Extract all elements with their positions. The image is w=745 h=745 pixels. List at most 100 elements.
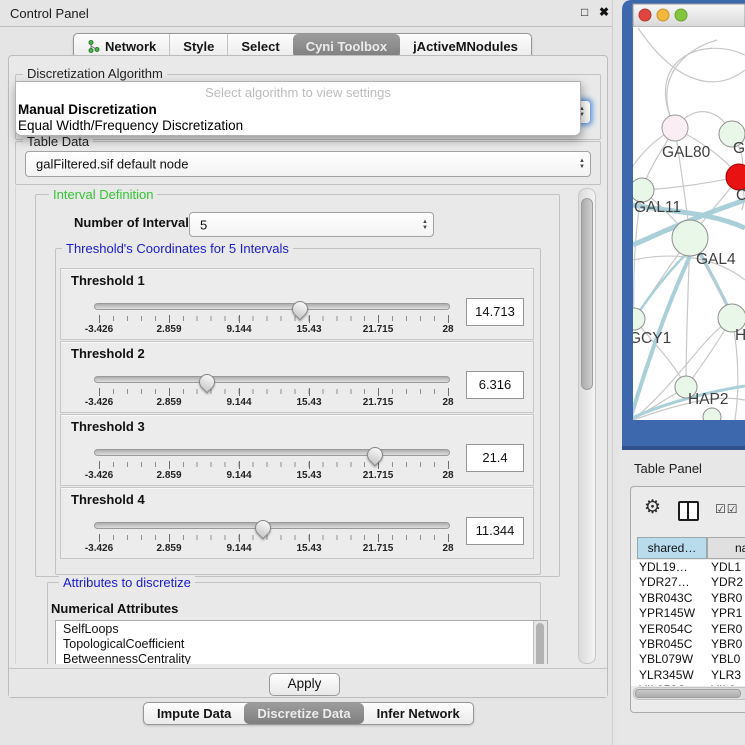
select-all-checkbox-icons[interactable]: ☑☑ xyxy=(715,502,739,516)
node-label-partial-h: H xyxy=(735,327,745,344)
tab-impute-data[interactable]: Impute Data xyxy=(144,703,244,724)
cell-name[interactable]: YPR1 xyxy=(711,606,745,621)
cell-name[interactable]: YBR0 xyxy=(711,591,745,606)
tab-discretize-data[interactable]: Discretize Data xyxy=(244,703,363,724)
slider-minor-ticks xyxy=(99,389,449,394)
threshold-slider-thumb[interactable] xyxy=(364,444,386,466)
table-row[interactable]: YBR043C YBR0 xyxy=(631,591,745,606)
cell-name[interactable]: YDL1 xyxy=(711,560,745,575)
threshold-slider-thumb[interactable] xyxy=(252,517,274,539)
scrollbar-thumb[interactable] xyxy=(536,623,544,664)
table-panel-title: Table Panel xyxy=(634,461,702,476)
table-row[interactable]: YIL052C YIL0 xyxy=(631,683,745,686)
close-icon[interactable]: ✖ xyxy=(599,5,609,19)
gear-icon[interactable]: ⚙ xyxy=(644,496,661,519)
scrollbar-thumb[interactable] xyxy=(581,198,593,390)
table-row[interactable]: YBL079W YBL0 xyxy=(631,652,745,667)
threshold-panel: Threshold 2 -3.426 2.859 9.144 15.4 xyxy=(60,341,534,413)
table-rows: YDL19… YDL1 YDR27… YDR2 YBR043C YBR0 xyxy=(631,560,745,686)
table-row[interactable]: YER054C YER0 xyxy=(631,622,745,637)
float-window-icon[interactable]: □ xyxy=(581,5,588,19)
tick-label: 28 xyxy=(442,397,453,408)
cell-shared-name[interactable]: YLR345W xyxy=(639,668,705,683)
scrollbar-thumb[interactable] xyxy=(635,689,741,698)
tick-label: 21.715 xyxy=(363,543,394,554)
threshold-slider-thumb[interactable] xyxy=(289,298,311,320)
cell-shared-name[interactable]: YBR043C xyxy=(639,591,705,606)
apply-button[interactable]: Apply xyxy=(269,673,340,696)
cell-shared-name[interactable]: YPR145W xyxy=(639,606,705,621)
mac-zoom-icon[interactable] xyxy=(675,9,687,21)
network-canvas[interactable]: GAL80 GA GAL11 C GAL4 GCY1 H HAP2 xyxy=(622,0,745,455)
cell-name[interactable]: YDR2 xyxy=(711,575,745,590)
tick-label: 28 xyxy=(442,470,453,481)
threshold-label: Threshold 4 xyxy=(71,492,145,507)
algorithm-hint: Select algorithm to view settings xyxy=(16,85,580,100)
table-data-group-title: Table Data xyxy=(23,134,93,149)
table-row[interactable]: YDL19… YDL1 xyxy=(631,560,745,575)
column-header-shared-name[interactable]: shared… xyxy=(637,537,707,559)
columns-icon[interactable] xyxy=(678,501,699,521)
threshold-value-field[interactable]: 6.316 xyxy=(466,371,524,399)
threshold-slider-track[interactable] xyxy=(94,449,450,456)
tick-label: 9.144 xyxy=(226,397,251,408)
settings-vertical-scrollbar[interactable] xyxy=(578,188,596,664)
threshold-slider-thumb[interactable] xyxy=(196,371,218,393)
table-row[interactable]: YLR345W YLR3 xyxy=(631,668,745,683)
table-row[interactable]: YDR27… YDR2 xyxy=(631,575,745,590)
cell-name[interactable]: YBR0 xyxy=(711,637,745,652)
cell-name[interactable]: YLR3 xyxy=(711,668,745,683)
node-label-partial-ga: GA xyxy=(733,140,745,157)
attribute-list-item[interactable]: TopologicalCoefficient xyxy=(56,636,547,651)
cell-shared-name[interactable]: YBR045C xyxy=(639,637,705,652)
node-label-partial-c: C xyxy=(736,187,745,204)
slider-minor-ticks xyxy=(99,316,449,321)
threshold-value-field[interactable]: 21.4 xyxy=(466,444,524,472)
mac-minimize-icon[interactable] xyxy=(657,9,669,21)
table-row[interactable]: YPR145W YPR1 xyxy=(631,606,745,621)
threshold-value-field[interactable]: 14.713 xyxy=(466,298,524,326)
cyni-toolbox-panel: Discretization Algorithm ▲▼ Select algor… xyxy=(8,55,608,698)
threshold-slider-track[interactable] xyxy=(94,303,450,310)
attribute-list-item[interactable]: SelfLoops xyxy=(56,621,547,636)
tick-label: -3.426 xyxy=(85,397,113,408)
tick-label: 15.43 xyxy=(296,470,321,481)
network-icon xyxy=(87,40,100,53)
cell-name[interactable]: YIL0 xyxy=(711,683,745,686)
cell-shared-name[interactable]: YER054C xyxy=(639,622,705,637)
algorithm-dropdown-popup: Select algorithm to view settings Manual… xyxy=(15,81,581,136)
cell-shared-name[interactable]: YIL052C xyxy=(639,683,705,686)
algorithm-option-equal-width[interactable]: Equal Width/Frequency Discretization xyxy=(18,118,243,133)
mac-close-icon[interactable] xyxy=(639,9,651,21)
threshold-slider-track[interactable] xyxy=(94,376,450,383)
table-data-combobox[interactable]: galFiltered.sif default node ▲▼ xyxy=(25,151,591,177)
tick-label: 15.43 xyxy=(296,324,321,335)
network-view-window[interactable]: GAL80 GA GAL11 C GAL4 GCY1 H HAP2 xyxy=(622,0,745,455)
tick-label: 15.43 xyxy=(296,543,321,554)
column-header-name[interactable]: na xyxy=(707,537,745,559)
attribute-list-item[interactable]: BetweennessCentrality xyxy=(56,651,547,664)
algorithm-option-manual[interactable]: Manual Discretization xyxy=(18,102,157,117)
threshold-value-field[interactable]: 11.344 xyxy=(466,517,524,545)
tick-label: 2.859 xyxy=(156,324,181,335)
node-label-gal11: GAL11 xyxy=(634,199,681,216)
node-gal80[interactable] xyxy=(662,115,688,141)
table-row[interactable]: YBR045C YBR0 xyxy=(631,637,745,652)
cell-name[interactable]: YER0 xyxy=(711,622,745,637)
table-horizontal-scrollbar[interactable] xyxy=(633,687,745,700)
interval-definition-title: Interval Definition xyxy=(49,187,157,202)
attributes-scrollbar[interactable] xyxy=(533,621,547,664)
attributes-group-title: Attributes to discretize xyxy=(59,575,195,590)
cell-shared-name[interactable]: YDL19… xyxy=(639,560,705,575)
tab-infer-network[interactable]: Infer Network xyxy=(364,703,473,724)
cell-shared-name[interactable]: YBL079W xyxy=(639,652,705,667)
settings-scroll-area: Interval Definition Number of Intervals … xyxy=(15,186,577,664)
control-panel: Control Panel □ ✖ Network Style Select C… xyxy=(0,0,613,745)
tick-label: 28 xyxy=(442,543,453,554)
cell-shared-name[interactable]: YDR27… xyxy=(639,575,705,590)
tick-label: 2.859 xyxy=(156,397,181,408)
threshold-label: Threshold 3 xyxy=(71,419,145,434)
num-intervals-combobox[interactable]: 5 ▲▼ xyxy=(189,212,434,237)
cell-name[interactable]: YBL0 xyxy=(711,652,745,667)
numerical-attributes-list[interactable]: SelfLoops TopologicalCoefficient Between… xyxy=(55,620,548,664)
